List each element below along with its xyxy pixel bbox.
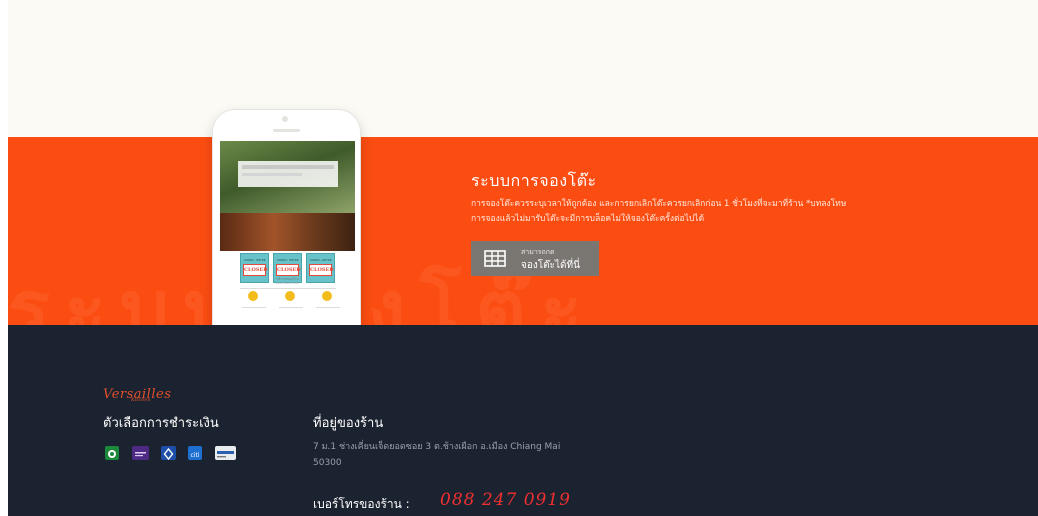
phone-screen: SORRY, WE'RE CLOSED SORRY, WE'RE CLOSED …: [220, 141, 355, 325]
phone-label: เบอร์โทรของร้าน :: [313, 497, 410, 511]
address-text: 7 ม.1 ช่างเคี่ยนเจ็ดยอดซอย 3 ต.ช้างเผือก…: [313, 439, 613, 471]
screen-text-line: [242, 307, 266, 308]
closed-sign: CLOSED: [309, 264, 334, 276]
page: ระบบจองโต๊ะ ระบบการจองโต๊ะ การจองโต๊ะควร…: [0, 0, 1038, 516]
reservation-title: ระบบการจองโต๊ะ: [471, 171, 597, 190]
reservation-description: การจองโต๊ะควรระบุเวลาให้ถูกต้อง และการยก…: [471, 197, 941, 227]
phone-mockup: SORRY, WE'RE CLOSED SORRY, WE'RE CLOSED …: [213, 110, 360, 325]
citi-icon: citi: [188, 446, 202, 460]
bangkok-bank-icon: [161, 446, 176, 461]
service-dot-icon: [248, 291, 258, 301]
screen-text-line: [279, 307, 303, 308]
brand-logo[interactable]: Versailles Kitchen: [103, 383, 171, 403]
scb-icon: [132, 446, 149, 460]
closed-sign: CLOSED: [276, 264, 301, 276]
kbank-icon: [105, 446, 119, 460]
reservation-section: ระบบจองโต๊ะ ระบบการจองโต๊ะ การจองโต๊ะควร…: [8, 137, 1038, 325]
screen-section-sub: Lorem ipsum dolor: [275, 282, 300, 285]
book-table-button[interactable]: สามารถกด จองโต๊ะได้ที่นี่: [471, 241, 599, 276]
screen-text-line: [316, 307, 340, 308]
screen-food-image: [220, 213, 355, 251]
closed-sign: CLOSED: [243, 264, 268, 276]
screen-service-icons: [238, 291, 342, 311]
service-dot-icon: [322, 291, 332, 301]
reservation-description-line2: การจองแล้วไม่มารับโต๊ะจะมีการบล็อคไม่ให้…: [471, 214, 705, 224]
brand-logo-subtext: Kitchen: [131, 397, 151, 403]
payment-icons: citi: [105, 446, 265, 462]
address-line2: 50300: [313, 458, 342, 468]
book-table-button-hint: สามารถกด: [521, 249, 555, 256]
screen-divider: [240, 288, 336, 289]
book-table-button-label: จองโต๊ะได้ที่นี่: [521, 260, 580, 271]
phone-number-link[interactable]: 088 247 0919: [440, 490, 571, 510]
screen-hero-image: [220, 141, 355, 213]
service-dot-icon: [285, 291, 295, 301]
phone-speaker: [273, 129, 300, 132]
phone-camera: [282, 116, 288, 122]
table-grid-icon: [484, 250, 506, 270]
footer: Versailles Kitchen ตัวเลือกการชำระเงิน c…: [8, 325, 1038, 516]
payment-options-title: ตัวเลือกการชำระเงิน: [103, 416, 219, 431]
card-icon: [215, 446, 236, 460]
address-line1: 7 ม.1 ช่างเคี่ยนเจ็ดยอดซอย 3 ต.ช้างเผือก…: [313, 442, 561, 452]
top-blank-area: [8, 0, 1038, 137]
reservation-description-line1: การจองโต๊ะควรระบุเวลาให้ถูกต้อง และการยก…: [471, 199, 847, 209]
screen-booking-form: [238, 161, 338, 187]
svg-text:citi: citi: [191, 452, 200, 459]
address-title: ที่อยู่ของร้าน: [313, 416, 384, 431]
